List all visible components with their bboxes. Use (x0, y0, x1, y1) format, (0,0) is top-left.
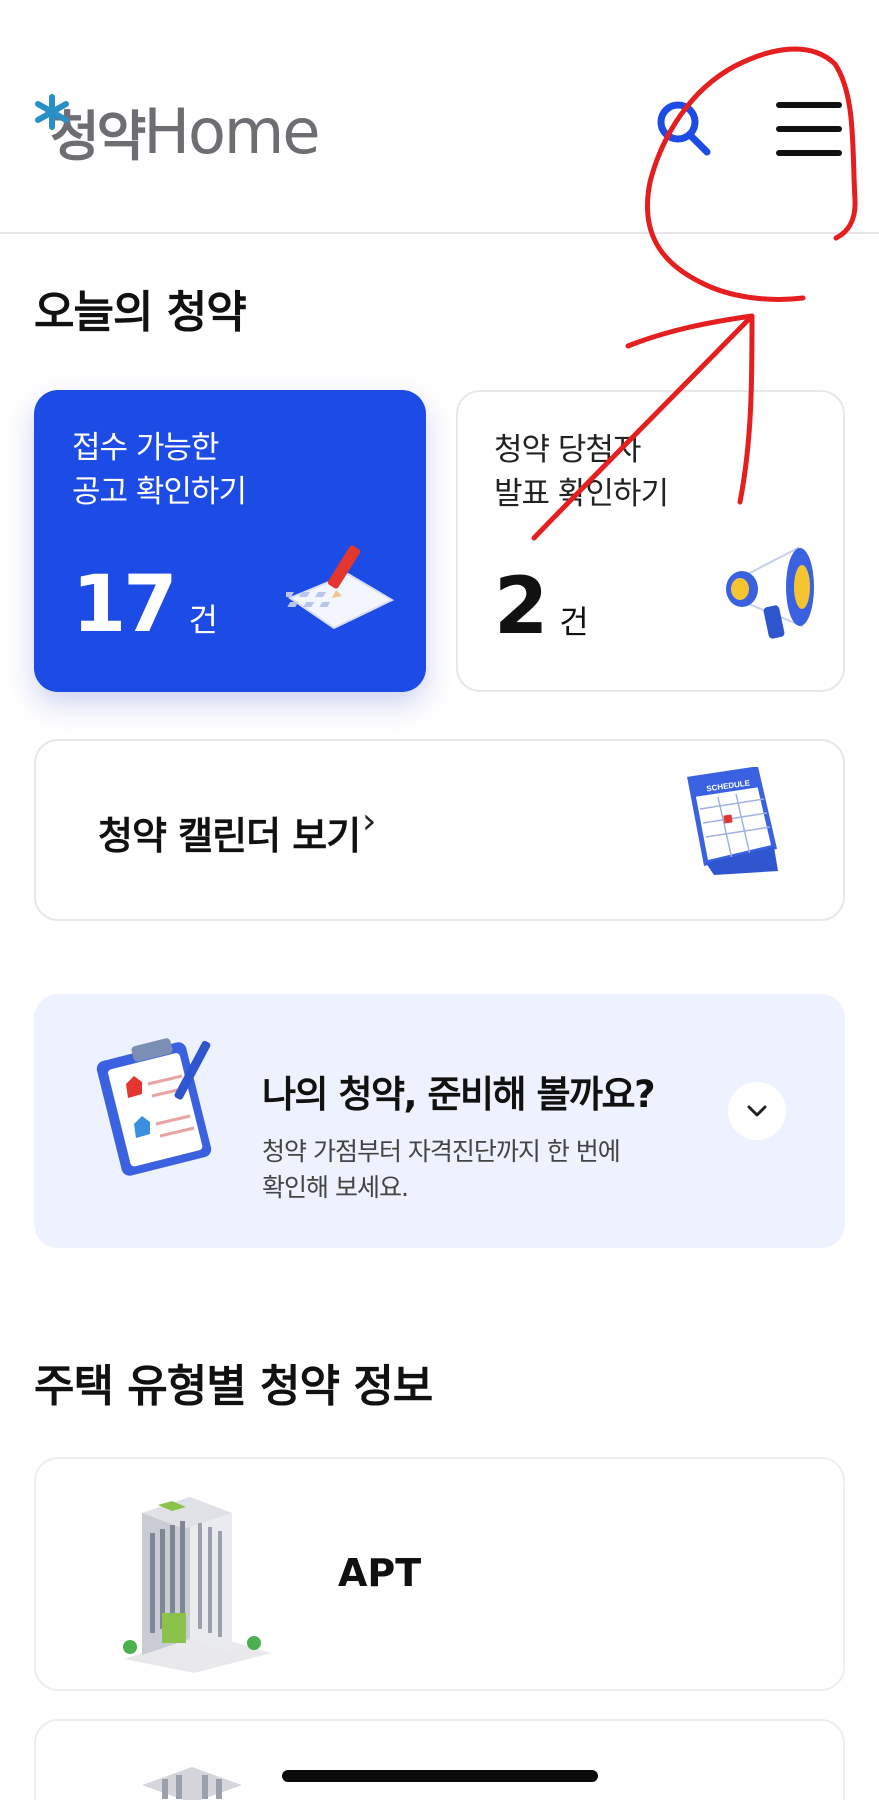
megaphone-icon (726, 546, 814, 639)
housing-type-card-apt[interactable]: APT (34, 1457, 845, 1691)
winner-card-count: 2 건 (494, 562, 589, 652)
search-button[interactable] (652, 98, 716, 162)
search-icon (657, 101, 711, 156)
winner-count-number: 2 (494, 562, 548, 652)
chevron-down-icon (747, 1105, 767, 1117)
calendar-icon: SCHEDULE (687, 767, 778, 875)
open-card-label: 접수 가능한 공고 확인하기 (72, 430, 247, 510)
chevron-right-icon: › (362, 801, 377, 842)
clipboard-icon (96, 1038, 212, 1176)
app-logo[interactable]: 청약 Home (34, 86, 320, 176)
menu-button[interactable] (776, 98, 842, 160)
prepare-title: 나의 청약, 준비해 볼까요? (262, 1073, 656, 1116)
winner-count-unit: 건 (559, 603, 589, 641)
open-announcements-card[interactable]: 접수 가능한 공고 확인하기 17 건 (34, 390, 426, 692)
hamburger-menu-icon-bar-middle (776, 126, 842, 132)
prepare-card[interactable]: 나의 청약, 준비해 볼까요? 청약 가점부터 자격진단까지 한 번에 확인해 … (34, 994, 845, 1248)
prepare-description: 청약 가점부터 자격진단까지 한 번에 확인해 보세요. (262, 1137, 621, 1202)
logo-english-text: Home (143, 94, 320, 168)
winner-card-label: 청약 당첨자 발표 확인하기 (494, 432, 669, 512)
open-count-unit: 건 (188, 601, 218, 639)
hamburger-menu-icon-bar-top (776, 102, 842, 108)
housing-type-label-apt: APT (338, 1551, 422, 1595)
winner-announcements-card[interactable]: 청약 당첨자 발표 확인하기 2 건 (456, 390, 845, 692)
application-form-icon (286, 545, 395, 630)
building-icon (142, 1767, 242, 1800)
logo-star-icon (35, 94, 69, 130)
home-indicator (282, 1770, 598, 1782)
today-section-title: 오늘의 청약 (34, 287, 247, 338)
prepare-expand-button[interactable] (728, 1082, 786, 1140)
hamburger-menu-icon-bar-bottom (776, 150, 842, 156)
calendar-card[interactable]: 청약 캘린더 보기 › SCHEDULE (34, 739, 845, 921)
housing-type-card-next[interactable] (34, 1719, 845, 1800)
housing-section-title: 주택 유형별 청약 정보 (34, 1361, 433, 1412)
apartment-building-icon (123, 1497, 272, 1673)
calendar-label: 청약 캘린더 보기 (98, 814, 361, 858)
open-count-number: 17 (72, 560, 178, 650)
open-card-count: 17 건 (72, 560, 218, 650)
app-header: 청약 Home (0, 0, 879, 234)
